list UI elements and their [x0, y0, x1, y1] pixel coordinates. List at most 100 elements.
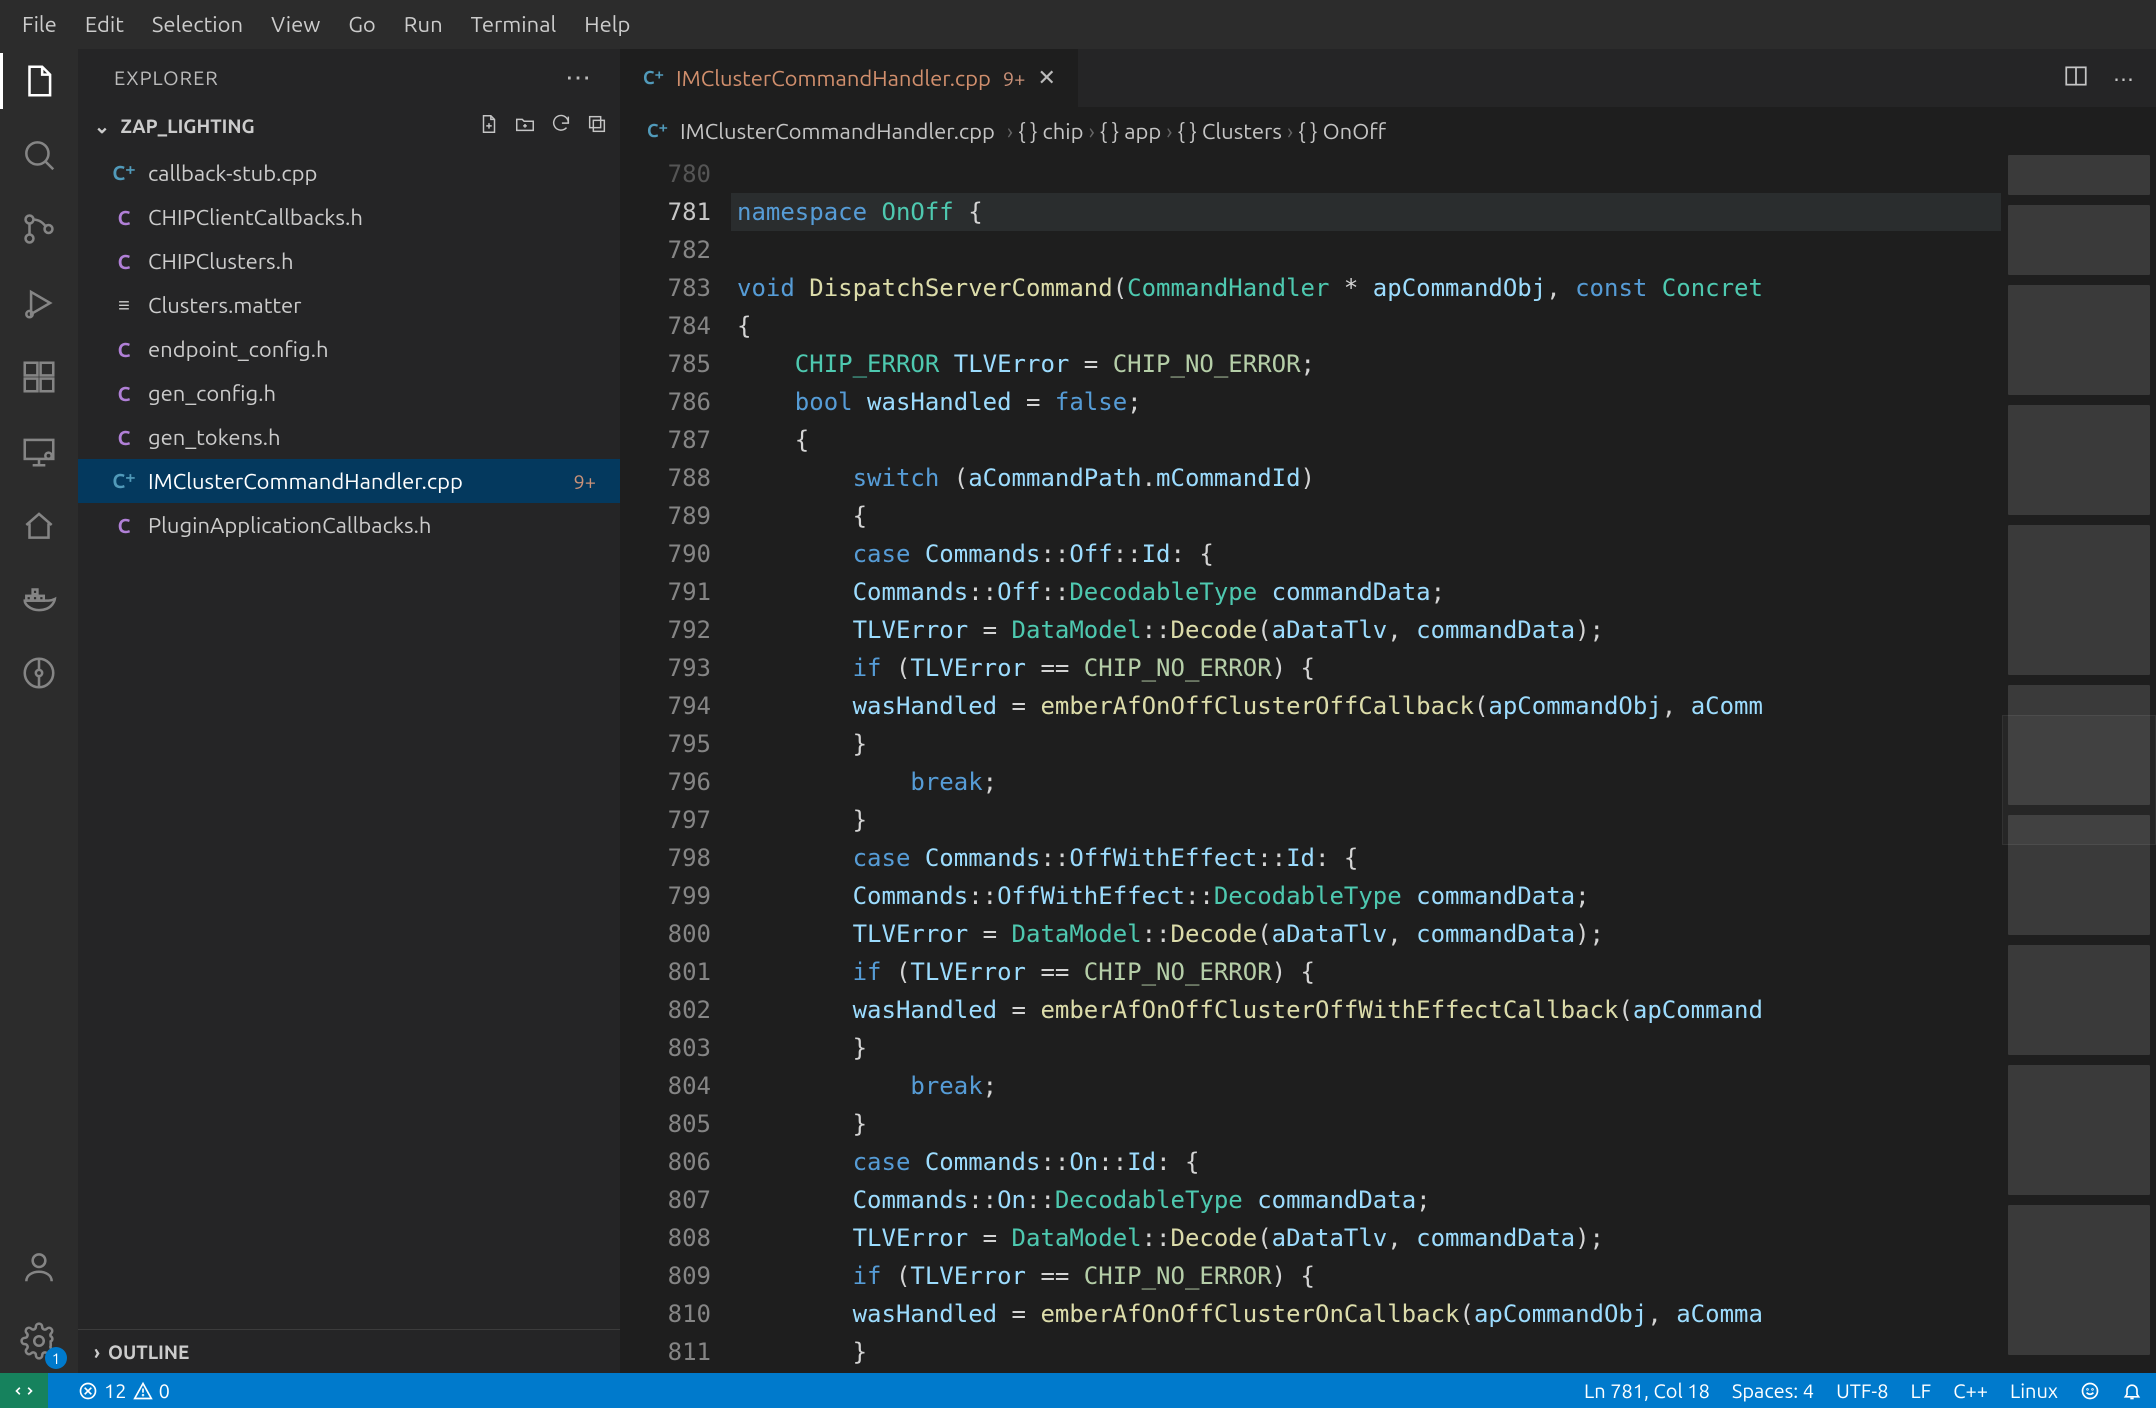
status-eol[interactable]: LF	[1910, 1379, 1931, 1402]
code-line[interactable]: TLVError = DataModel::Decode(aDataTlv, c…	[731, 915, 2001, 953]
file-row[interactable]: CCHIPClusters.h	[78, 239, 620, 283]
file-row[interactable]: ≡Clusters.matter	[78, 283, 620, 327]
file-row[interactable]: CCHIPClientCallbacks.h	[78, 195, 620, 239]
menu-help[interactable]: Help	[570, 0, 644, 49]
file-list: C⁺callback-stub.cppCCHIPClientCallbacks.…	[78, 147, 620, 1329]
explorer-more-icon[interactable]: ⋯	[565, 62, 592, 93]
file-row[interactable]: Cgen_tokens.h	[78, 415, 620, 459]
status-problems[interactable]: 12 0	[78, 1379, 170, 1402]
explorer-title: EXPLORER	[114, 66, 219, 89]
activitybar-home-icon[interactable]	[17, 503, 61, 547]
activitybar-docker-icon[interactable]	[17, 577, 61, 621]
namespace-icon: { }	[1100, 119, 1124, 144]
code-line[interactable]	[731, 231, 2001, 269]
breadcrumb-segment[interactable]: Clusters	[1202, 119, 1282, 144]
code-line[interactable]: if (TLVError == CHIP_NO_ERROR) {	[731, 953, 2001, 991]
code-line[interactable]: wasHandled = emberAfOnOffClusterOffCallb…	[731, 687, 2001, 725]
file-row[interactable]: CPluginApplicationCallbacks.h	[78, 503, 620, 547]
code-line[interactable]	[731, 155, 2001, 193]
code-area[interactable]: 7807817827837847857867877887897907917927…	[621, 155, 2156, 1373]
code-line[interactable]: namespace OnOff {	[731, 193, 2001, 231]
new-folder-icon[interactable]	[514, 113, 536, 139]
code-line[interactable]: Commands::Off::DecodableType commandData…	[731, 573, 2001, 611]
chevron-right-icon: ›	[94, 1341, 100, 1363]
menu-view[interactable]: View	[257, 0, 334, 49]
file-row[interactable]: Cgen_config.h	[78, 371, 620, 415]
activitybar-search-icon[interactable]	[17, 133, 61, 177]
file-row[interactable]: Cendpoint_config.h	[78, 327, 620, 371]
folder-header[interactable]: ⌄ ZAP_LIGHTING	[78, 105, 620, 147]
more-actions-icon[interactable]: ⋯	[2113, 66, 2134, 91]
code-line[interactable]: {	[731, 497, 2001, 535]
code-line[interactable]: CHIP_ERROR TLVError = CHIP_NO_ERROR;	[731, 345, 2001, 383]
editor-tab[interactable]: C⁺ IMClusterCommandHandler.cpp 9+ ✕	[621, 49, 1079, 107]
activitybar-run-debug-icon[interactable]	[17, 281, 61, 325]
collapse-all-icon[interactable]	[586, 113, 608, 139]
minimap-viewport[interactable]	[2002, 715, 2156, 845]
minimap-block	[2008, 1065, 2150, 1195]
activitybar-settings-icon[interactable]: 1	[17, 1319, 61, 1363]
menu-edit[interactable]: Edit	[71, 0, 138, 49]
activitybar-scm-icon[interactable]	[17, 207, 61, 251]
error-count: 12	[104, 1379, 127, 1402]
code-line[interactable]: }	[731, 801, 2001, 839]
breadcrumb-segment[interactable]: app	[1124, 119, 1161, 144]
code-line[interactable]: TLVError = DataModel::Decode(aDataTlv, c…	[731, 611, 2001, 649]
code-line[interactable]: if (TLVError == CHIP_NO_ERROR) {	[731, 1257, 2001, 1295]
code-line[interactable]: wasHandled = emberAfOnOffClusterOffWithE…	[731, 991, 2001, 1029]
menu-file[interactable]: File	[8, 0, 71, 49]
status-indentation[interactable]: Spaces: 4	[1732, 1379, 1814, 1402]
remote-indicator[interactable]	[0, 1373, 48, 1408]
new-file-icon[interactable]	[478, 113, 500, 139]
code-line[interactable]: Commands::OffWithEffect::DecodableType c…	[731, 877, 2001, 915]
code-line[interactable]: break;	[731, 763, 2001, 801]
status-language[interactable]: C++	[1953, 1379, 1988, 1402]
code-line[interactable]: break;	[731, 1067, 2001, 1105]
c-header-file-icon: C	[112, 426, 136, 449]
code-line[interactable]: {	[731, 421, 2001, 459]
code-line[interactable]: }	[731, 1029, 2001, 1067]
menu-terminal[interactable]: Terminal	[457, 0, 571, 49]
code-line[interactable]: wasHandled = emberAfOnOffClusterOnCallba…	[731, 1295, 2001, 1333]
line-number: 799	[621, 877, 711, 915]
breadcrumb-segment[interactable]: OnOff	[1323, 119, 1386, 144]
minimap[interactable]	[2001, 155, 2156, 1373]
status-encoding[interactable]: UTF-8	[1836, 1379, 1888, 1402]
menu-run[interactable]: Run	[390, 0, 457, 49]
code-line[interactable]: bool wasHandled = false;	[731, 383, 2001, 421]
status-os[interactable]: Linux	[2010, 1379, 2058, 1402]
code-line[interactable]: }	[731, 1105, 2001, 1143]
status-feedback-icon[interactable]	[2080, 1381, 2100, 1401]
file-row[interactable]: C⁺IMClusterCommandHandler.cpp9+	[78, 459, 620, 503]
refresh-icon[interactable]	[550, 113, 572, 139]
close-icon[interactable]: ✕	[1037, 65, 1055, 91]
code-line[interactable]: void DispatchServerCommand(CommandHandle…	[731, 269, 2001, 307]
status-bell-icon[interactable]	[2122, 1381, 2142, 1401]
outline-header[interactable]: › OUTLINE	[78, 1329, 620, 1373]
activitybar-remote-explorer-icon[interactable]	[17, 429, 61, 473]
code-content[interactable]: namespace OnOff { void DispatchServerComm…	[731, 155, 2001, 1373]
activitybar-account-icon[interactable]	[17, 1245, 61, 1289]
status-cursor-position[interactable]: Ln 781, Col 18	[1584, 1379, 1710, 1402]
file-row[interactable]: C⁺callback-stub.cpp	[78, 151, 620, 195]
activitybar-graph-icon[interactable]	[17, 651, 61, 695]
code-line[interactable]: case Commands::On::Id: {	[731, 1143, 2001, 1181]
breadcrumbs[interactable]: C⁺ IMClusterCommandHandler.cpp › { } chi…	[621, 107, 2156, 155]
code-line[interactable]: TLVError = DataModel::Decode(aDataTlv, c…	[731, 1219, 2001, 1257]
code-line[interactable]: {	[731, 307, 2001, 345]
code-line[interactable]: case Commands::OffWithEffect::Id: {	[731, 839, 2001, 877]
split-editor-icon[interactable]	[2063, 63, 2089, 93]
breadcrumb-segment[interactable]: chip	[1043, 119, 1084, 144]
menu-go[interactable]: Go	[334, 0, 389, 49]
code-line[interactable]: case Commands::Off::Id: {	[731, 535, 2001, 573]
minimap-block	[2008, 205, 2150, 275]
activitybar-explorer-icon[interactable]	[17, 59, 61, 103]
code-line[interactable]: switch (aCommandPath.mCommandId)	[731, 459, 2001, 497]
code-line[interactable]: if (TLVError == CHIP_NO_ERROR) {	[731, 649, 2001, 687]
menu-selection[interactable]: Selection	[138, 0, 257, 49]
code-line[interactable]: }	[731, 1333, 2001, 1371]
code-line[interactable]: Commands::On::DecodableType commandData;	[731, 1181, 2001, 1219]
activitybar-extensions-icon[interactable]	[17, 355, 61, 399]
breadcrumb-file[interactable]: IMClusterCommandHandler.cpp	[680, 119, 995, 144]
code-line[interactable]: }	[731, 725, 2001, 763]
